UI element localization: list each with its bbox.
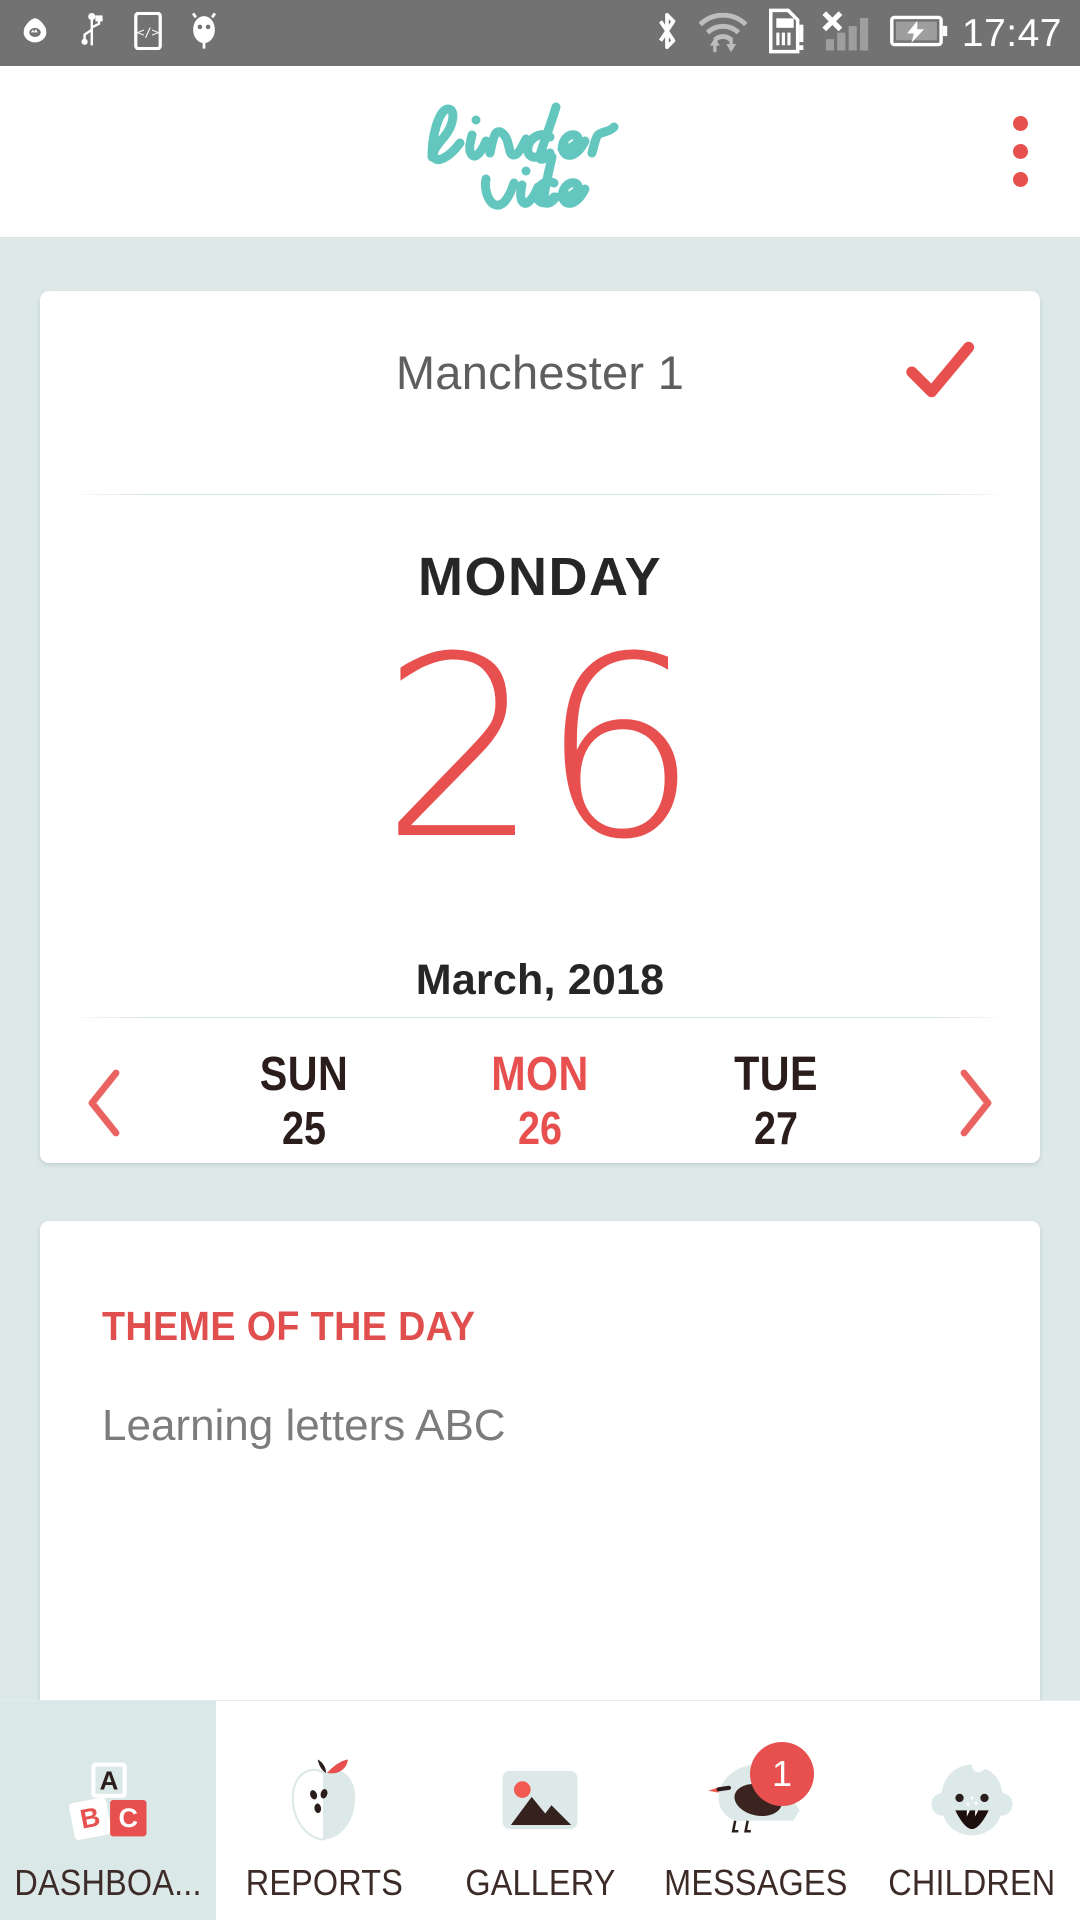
day-list: SUN 25 MON 26 TUE 27 <box>172 1049 908 1156</box>
photo-icon <box>488 1748 592 1852</box>
nav-item-children[interactable]: CHILDREN <box>864 1701 1080 1920</box>
card-divider <box>68 494 1012 495</box>
developer-code-icon: </> <box>134 11 162 55</box>
site-name: Manchester 1 <box>395 345 685 399</box>
overflow-menu-button[interactable] <box>996 113 1044 191</box>
kinder-vibe-logo <box>410 87 670 217</box>
app-bar <box>0 66 1080 238</box>
baby-face-icon <box>920 1748 1024 1852</box>
bottom-navigation: A B C DASHBOA... REPORTS GALLERY 1 MESSA… <box>0 1700 1080 1920</box>
next-day-button[interactable] <box>908 1043 1040 1163</box>
day-option-dow: MON <box>491 1048 589 1102</box>
battery-charging-icon <box>889 14 948 53</box>
day-option-number: 26 <box>517 1102 562 1155</box>
bluetooth-icon <box>654 10 680 57</box>
status-bar-right-icons <box>654 8 948 59</box>
day-option-sun[interactable]: SUN 25 <box>229 1049 379 1156</box>
android-debug-icon <box>188 12 220 55</box>
overflow-dot-icon <box>1012 116 1028 131</box>
sim-card-alert-icon <box>766 8 804 59</box>
overflow-dot-icon <box>1012 172 1028 187</box>
main-content: Manchester 1 MONDAY 26 March, 2018 SUN 2… <box>0 239 1080 1721</box>
day-strip: SUN 25 MON 26 TUE 27 <box>40 1043 1040 1163</box>
weekday-label: MONDAY <box>417 547 663 607</box>
usb-icon <box>78 12 108 54</box>
nav-item-dashboard[interactable]: A B C DASHBOA... <box>0 1701 216 1920</box>
apple-icon <box>272 1748 376 1852</box>
day-option-dow: TUE <box>734 1048 818 1102</box>
theme-text: Learning letters ABC <box>102 1401 506 1450</box>
svg-text:A: A <box>100 1766 119 1796</box>
nav-item-reports[interactable]: REPORTS <box>216 1701 432 1920</box>
app-notification-icon <box>18 14 52 53</box>
wifi-transfer-icon <box>697 9 749 58</box>
nav-item-gallery[interactable]: GALLERY <box>432 1701 648 1920</box>
day-option-mon[interactable]: MON 26 <box>465 1049 615 1156</box>
day-option-number: 25 <box>281 1102 326 1155</box>
overflow-dot-icon <box>1012 144 1028 159</box>
month-year-label: March, 2018 <box>415 956 665 1004</box>
theme-of-the-day-card: THEME OF THE DAY Learning letters ABC <box>40 1221 1040 1721</box>
messages-badge: 1 <box>750 1742 814 1806</box>
abc-blocks-icon: A B C <box>56 1748 160 1852</box>
status-bar-left-icons: </> <box>18 11 220 55</box>
svg-text:C: C <box>119 1803 139 1833</box>
nav-label: DASHBOA... <box>14 1862 202 1903</box>
day-number: 26 <box>380 603 700 894</box>
nav-label: MESSAGES <box>664 1862 848 1903</box>
no-signal-icon <box>821 9 873 58</box>
previous-day-button[interactable] <box>40 1043 172 1163</box>
nav-label: REPORTS <box>245 1862 403 1903</box>
nav-label: CHILDREN <box>888 1862 1056 1903</box>
nav-label: GALLERY <box>464 1862 616 1903</box>
card-divider <box>68 1017 1012 1018</box>
nav-item-messages[interactable]: 1 MESSAGES <box>648 1701 864 1920</box>
day-option-dow: SUN <box>259 1048 349 1102</box>
status-bar: </> 17:47 <box>0 0 1080 66</box>
calendar-card: Manchester 1 MONDAY 26 March, 2018 SUN 2… <box>40 291 1040 1163</box>
status-bar-clock: 17:47 <box>961 11 1062 55</box>
bird-icon: 1 <box>704 1742 814 1852</box>
checkmark-icon <box>902 335 976 409</box>
day-option-tue[interactable]: TUE 27 <box>701 1049 851 1156</box>
theme-label: THEME OF THE DAY <box>102 1303 476 1349</box>
site-selector[interactable]: Manchester 1 <box>40 291 1040 453</box>
svg-text:</>: </> <box>137 25 159 39</box>
day-option-number: 27 <box>753 1102 798 1155</box>
